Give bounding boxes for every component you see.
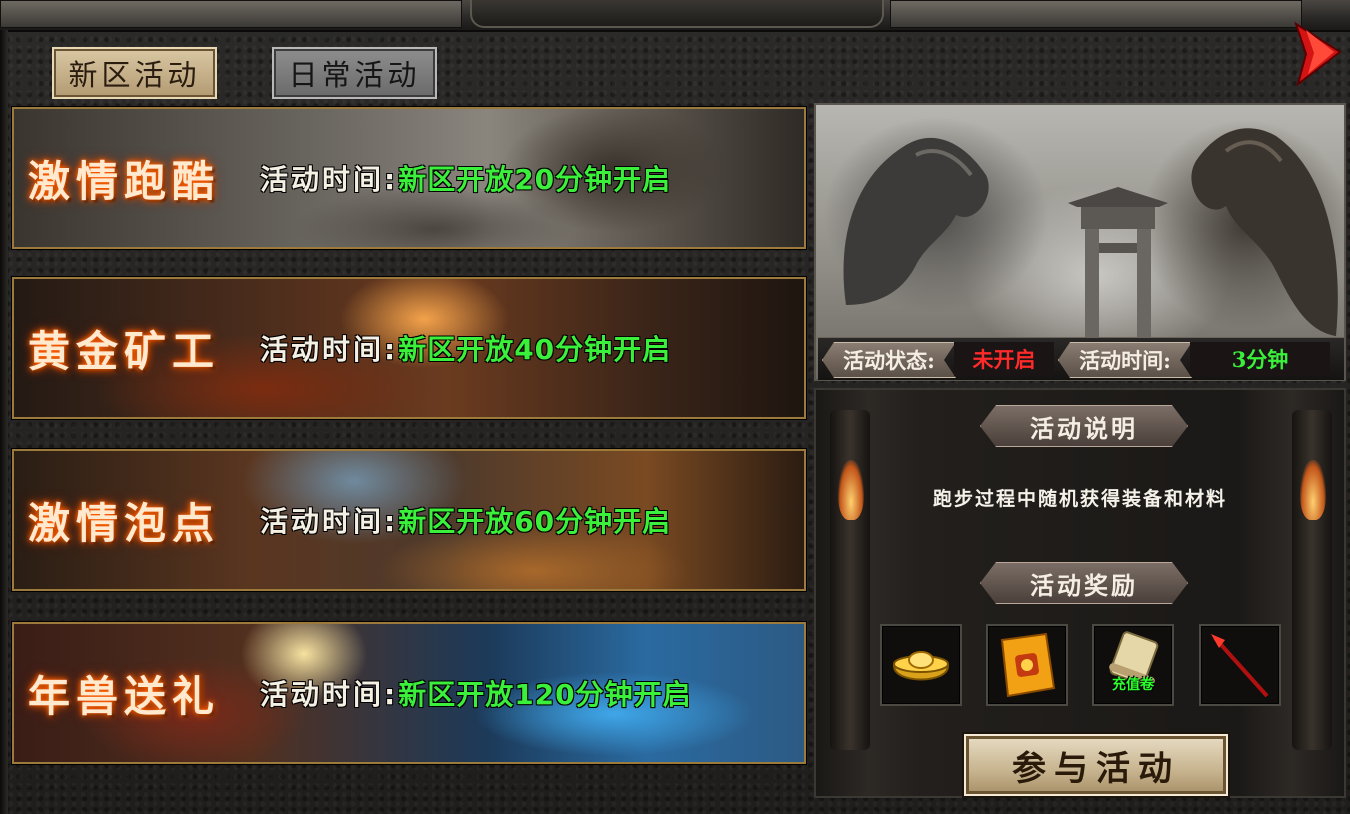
activity-banner-gold-miner[interactable]: 黄金矿工 活动时间: 新区开放40分钟开启 — [12, 277, 806, 419]
top-ornament-left — [0, 0, 462, 28]
duration-label: 活动时间: — [1058, 342, 1192, 378]
reward-caption: 充值卷 — [1112, 677, 1154, 693]
activity-name: 激情泡点 — [28, 498, 221, 548]
dragon-statue-right-icon — [1191, 128, 1338, 336]
close-icon — [1294, 21, 1342, 87]
gold-ingot-icon — [892, 651, 950, 681]
activity-time-value: 新区开放20分钟开启 — [398, 163, 672, 196]
window-top-bar — [0, 0, 1350, 32]
activity-time-label: 活动时间: — [260, 505, 399, 538]
activity-time: 活动时间: 新区开放60分钟开启 — [260, 451, 671, 589]
stone-gate-icon — [1068, 187, 1168, 339]
red-spear-icon — [1211, 634, 1269, 698]
status-label: 活动状态: — [822, 342, 956, 378]
activity-window: 新区活动 日常活动 激情跑酷 活动时间: 新区开放20分钟开启 黄金矿工 活动时… — [0, 0, 1350, 814]
top-ornament-right — [890, 0, 1302, 28]
activity-time: 活动时间: 新区开放20分钟开启 — [260, 109, 671, 247]
activity-time-label: 活动时间: — [260, 678, 399, 711]
activity-time-value: 新区开放120分钟开启 — [398, 678, 692, 711]
activity-time-value: 新区开放60分钟开启 — [398, 505, 672, 538]
activity-time-value: 新区开放40分钟开启 — [398, 333, 672, 366]
activity-name: 黄金矿工 — [28, 326, 221, 376]
activity-time: 活动时间: 新区开放120分钟开启 — [260, 624, 692, 762]
activity-banner-nian-beast-gift[interactable]: 年兽送礼 活动时间: 新区开放120分钟开启 — [12, 622, 806, 764]
activity-name: 年兽送礼 — [28, 671, 221, 721]
activity-time-label: 活动时间: — [260, 163, 399, 196]
frame-left-edge — [0, 30, 8, 814]
title-plate — [470, 0, 884, 28]
gold-ticket-icon — [1000, 632, 1056, 698]
join-activity-button[interactable]: 参与活动 — [964, 734, 1228, 796]
rewards-heading: 活动奖励 — [980, 562, 1188, 604]
activity-banner-afk-points[interactable]: 激情泡点 活动时间: 新区开放60分钟开启 — [12, 449, 806, 591]
tab-daily-activities[interactable]: 日常活动 — [272, 47, 437, 99]
reward-slot[interactable] — [986, 624, 1068, 706]
activity-name: 激情跑酷 — [28, 156, 221, 206]
reward-slot[interactable]: 充值卷 — [1092, 624, 1174, 706]
activity-description: 跑步过程中随机获得装备和材料 — [932, 488, 1227, 510]
description-heading: 活动说明 — [980, 405, 1188, 447]
reward-slot[interactable] — [1199, 624, 1281, 706]
duration-value: 3分钟 — [1190, 342, 1330, 376]
reward-slot[interactable] — [880, 624, 962, 706]
activity-banner-parkour[interactable]: 激情跑酷 活动时间: 新区开放20分钟开启 — [12, 107, 806, 249]
status-value: 未开启 — [954, 342, 1054, 376]
activity-time-label: 活动时间: — [260, 333, 399, 366]
activity-status-bar: 活动状态: 未开启 活动时间: 3分钟 — [818, 337, 1344, 380]
activity-time: 活动时间: 新区开放40分钟开启 — [260, 279, 671, 417]
dragon-statue-left-icon — [843, 137, 989, 305]
tab-new-server-activities[interactable]: 新区活动 — [52, 47, 217, 99]
close-button[interactable] — [1288, 18, 1348, 88]
